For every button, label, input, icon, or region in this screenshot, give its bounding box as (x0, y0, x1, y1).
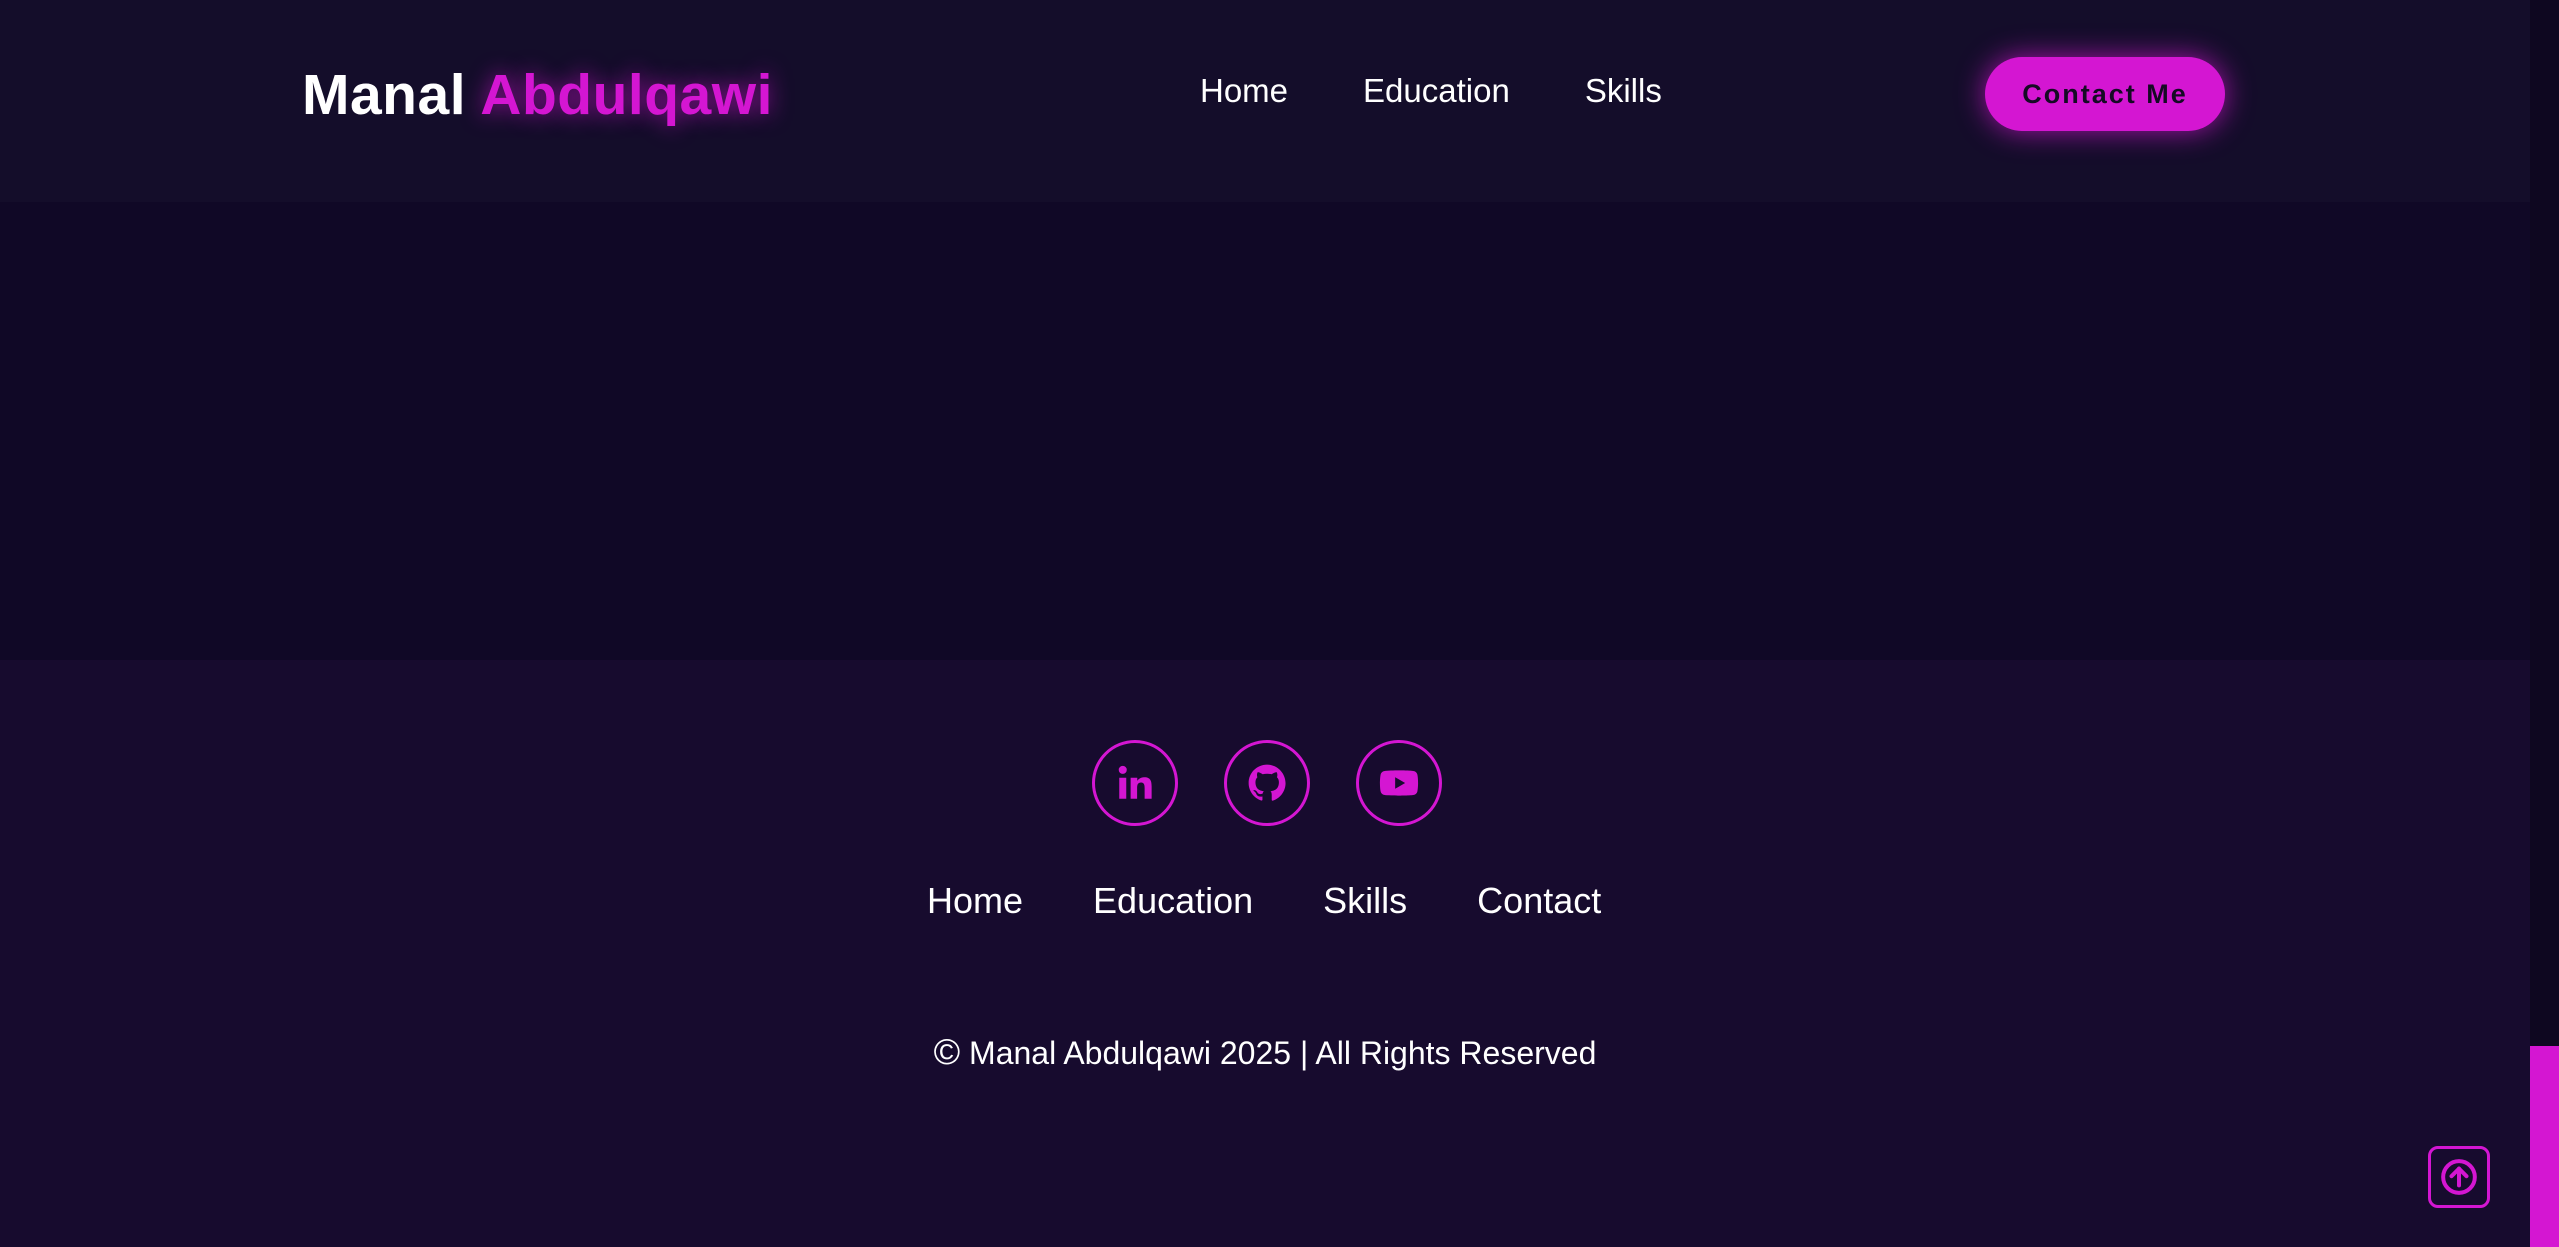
page: Manal Abdulqawi Home Education Skills Co… (0, 0, 2559, 1247)
arrow-up-icon (2441, 1159, 2477, 1195)
site-footer: Home Education Skills Contact © Manal Ab… (0, 660, 2530, 1247)
linkedin-link[interactable] (1092, 740, 1178, 826)
github-link[interactable] (1224, 740, 1310, 826)
footer-nav: Home Education Skills Contact (927, 880, 1671, 922)
copyright: © Manal Abdulqawi 2025 | All Rights Rese… (0, 1031, 2530, 1073)
contact-me-button[interactable]: Contact Me (1985, 57, 2225, 131)
scrollbar-thumb[interactable] (2530, 1046, 2559, 1247)
copyright-icon: © (933, 1031, 961, 1072)
footer-link-contact[interactable]: Contact (1477, 880, 1601, 922)
logo-last-name: Abdulqawi (480, 63, 773, 127)
footer-link-education[interactable]: Education (1093, 880, 1253, 922)
scroll-to-top-button[interactable] (2428, 1146, 2490, 1208)
footer-link-skills[interactable]: Skills (1323, 880, 1407, 922)
youtube-icon (1379, 770, 1419, 796)
logo[interactable]: Manal Abdulqawi (302, 62, 773, 128)
youtube-link[interactable] (1356, 740, 1442, 826)
nav-link-skills[interactable]: Skills (1585, 72, 1662, 110)
linkedin-icon (1118, 765, 1152, 799)
main-content (0, 202, 2530, 660)
site-header: Manal Abdulqawi Home Education Skills Co… (0, 0, 2530, 202)
footer-link-home[interactable]: Home (927, 880, 1023, 922)
nav-link-education[interactable]: Education (1363, 72, 1510, 110)
scrollbar[interactable] (2530, 0, 2559, 1247)
social-links (1092, 740, 1488, 826)
copyright-text: Manal Abdulqawi 2025 | All Rights Reserv… (969, 1035, 1597, 1071)
nav-link-home[interactable]: Home (1200, 72, 1288, 110)
logo-first-name: Manal (302, 63, 467, 127)
github-icon (1248, 764, 1286, 801)
main-nav: Home Education Skills (1200, 72, 1737, 110)
